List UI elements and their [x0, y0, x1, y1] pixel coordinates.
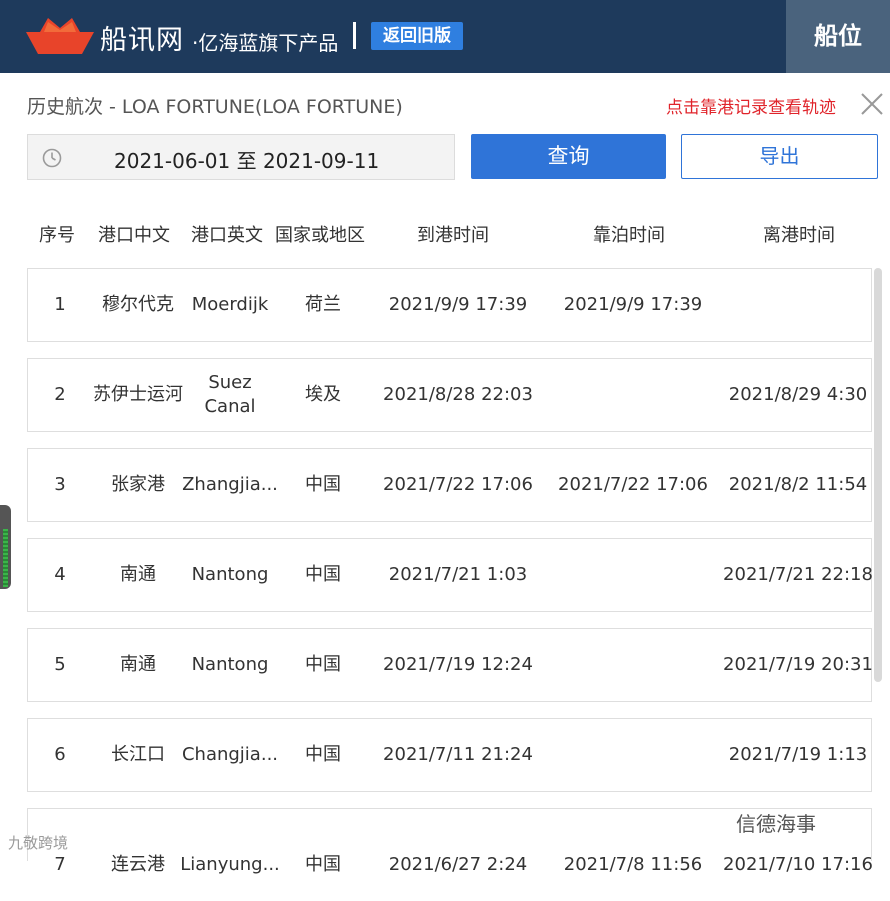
departure-time: 2021/7/10 17:16	[723, 854, 873, 875]
clock-icon	[42, 148, 62, 168]
watermark-left: 九敬跨境	[8, 834, 69, 852]
country: 中国	[305, 854, 341, 875]
port-en: Zhangjia...	[182, 474, 278, 495]
berth-time	[553, 359, 713, 431]
top-bar: 船讯网 ·亿海蓝旗下产品 返回旧版 船位	[0, 0, 890, 73]
watermark-right: 信德海事	[736, 812, 816, 836]
return-old-version-button[interactable]: 返回旧版	[371, 22, 463, 50]
column-header-port-cn: 港口中文	[98, 225, 170, 246]
brand-divider	[353, 22, 356, 49]
arrival-time: 2021/7/21 1:03	[388, 564, 528, 585]
port-en: Lianyung...	[180, 854, 280, 875]
row-index: 6	[54, 744, 66, 765]
departure-time: 2021/8/2 11:54	[728, 474, 868, 495]
port-en: Suez Canal	[180, 371, 280, 419]
country: 中国	[305, 654, 341, 675]
departure-time	[718, 269, 878, 341]
berth-time: 2021/7/8 11:56	[563, 854, 703, 875]
berth-time	[553, 539, 713, 611]
view-track-link[interactable]: 点击靠港记录查看轨迹	[666, 93, 836, 118]
port-en-line-1: Suez	[208, 372, 252, 393]
column-header-country: 国家或地区	[275, 225, 365, 246]
ship-logo-icon	[26, 18, 94, 54]
port-en: Moerdijk	[191, 294, 269, 315]
arrival-time: 2021/7/19 12:24	[383, 654, 533, 675]
departure-time: 2021/7/19 1:13	[728, 744, 868, 765]
berth-time	[553, 719, 713, 791]
port-en: Changjia...	[181, 744, 279, 765]
row-index: 1	[54, 294, 66, 315]
port-cn: 长江口	[111, 744, 165, 765]
port-cn: 连云港	[111, 854, 165, 875]
table-row[interactable]: 3 张家港 Zhangjia... 中国 2021/7/22 17:06 202…	[27, 448, 872, 522]
country: 中国	[305, 564, 341, 585]
panel-title: 历史航次 - LOA FORTUNE(LOA FORTUNE)	[27, 96, 403, 118]
row-index: 4	[54, 564, 66, 585]
departure-time: 2021/7/21 22:18	[723, 564, 873, 585]
country: 中国	[305, 474, 341, 495]
column-header-port-en: 港口英文	[191, 225, 263, 246]
country: 埃及	[305, 384, 341, 405]
tab-ship-position[interactable]: 船位	[786, 0, 890, 73]
date-range-value: 2021-06-01 至 2021-09-11	[114, 149, 380, 173]
column-header-arrival: 到港时间	[417, 225, 489, 246]
port-en: Nantong	[191, 564, 269, 585]
table-row[interactable]: 6 长江口 Changjia... 中国 2021/7/11 21:24 202…	[27, 718, 872, 792]
column-header-berth: 靠泊时间	[593, 225, 665, 246]
query-button[interactable]: 查询	[471, 134, 666, 179]
row-index: 2	[54, 384, 66, 405]
port-cn: 苏伊士运河	[93, 384, 183, 405]
table-row[interactable]: 4 南通 Nantong 中国 2021/7/21 1:03 2021/7/21…	[27, 538, 873, 612]
arrival-time: 2021/9/9 17:39	[388, 294, 528, 315]
column-header-departure: 离港时间	[763, 225, 835, 246]
brand-name[interactable]: 船讯网	[100, 18, 184, 57]
brand-subtitle: ·亿海蓝旗下产品	[192, 31, 339, 55]
side-handle-grip	[3, 529, 8, 587]
country: 荷兰	[305, 294, 341, 315]
table-row[interactable]: 5 南通 Nantong 中国 2021/7/19 12:24 2021/7/1…	[27, 628, 873, 702]
row-index: 5	[54, 654, 66, 675]
departure-time: 2021/7/19 20:31	[723, 654, 873, 675]
departure-time: 2021/8/29 4:30	[728, 384, 868, 405]
arrival-time: 2021/7/22 17:06	[383, 474, 533, 495]
berth-time: 2021/9/9 17:39	[563, 294, 703, 315]
side-drag-handle[interactable]	[0, 505, 11, 589]
arrival-time: 2021/7/11 21:24	[383, 744, 533, 765]
port-cn: 张家港	[111, 474, 165, 495]
berth-time	[553, 629, 713, 701]
column-header-index: 序号	[39, 225, 75, 246]
export-button[interactable]: 导出	[681, 134, 878, 179]
table-scrollbar[interactable]	[874, 268, 882, 682]
port-en-line-2: Canal	[204, 396, 256, 417]
port-en: Nantong	[191, 654, 269, 675]
table-row[interactable]: 1 穆尔代克 Moerdijk 荷兰 2021/9/9 17:39 2021/9…	[27, 268, 872, 342]
close-icon[interactable]	[860, 92, 884, 116]
arrival-time: 2021/6/27 2:24	[388, 854, 528, 875]
port-cn: 南通	[120, 654, 156, 675]
port-cn: 穆尔代克	[102, 294, 174, 315]
date-range-picker[interactable]: 2021-06-01 至 2021-09-11	[27, 134, 455, 180]
port-cn: 南通	[120, 564, 156, 585]
table-row[interactable]: 2 苏伊士运河 Suez Canal 埃及 2021/8/28 22:03 20…	[27, 358, 872, 432]
arrival-time: 2021/8/28 22:03	[383, 384, 533, 405]
country: 中国	[305, 744, 341, 765]
berth-time: 2021/7/22 17:06	[558, 474, 708, 495]
row-index: 3	[54, 474, 66, 495]
